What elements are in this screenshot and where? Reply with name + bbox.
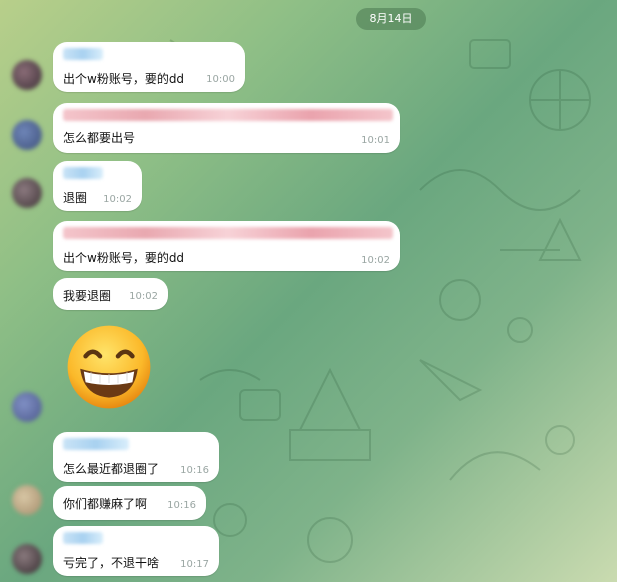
- avatar[interactable]: [12, 178, 42, 208]
- sender-name[interactable]: [63, 532, 103, 544]
- message-bubble[interactable]: 你们都赚麻了啊 10:16: [53, 486, 206, 520]
- message-time: 10:02: [103, 194, 132, 205]
- message-bubble[interactable]: 怎么都要出号 10:01: [53, 103, 400, 153]
- message-text: 怎么最近都退圈了: [63, 462, 160, 476]
- message-text: 我要退圈: [63, 289, 112, 303]
- sender-name[interactable]: [63, 227, 393, 239]
- grinning-face-icon[interactable]: [64, 322, 154, 412]
- date-separator: 8月14日: [356, 8, 426, 30]
- message-bubble[interactable]: 我要退圈 10:02: [53, 278, 168, 310]
- avatar[interactable]: [12, 60, 42, 90]
- message-text: 怎么都要出号: [63, 131, 136, 145]
- message-bubble[interactable]: 退圈 10:02: [53, 161, 142, 211]
- message-time: 10:01: [361, 135, 390, 146]
- message-time: 10:16: [180, 465, 209, 476]
- message-time: 10:00: [206, 74, 235, 85]
- message-time: 10:02: [361, 255, 390, 266]
- sender-name[interactable]: [63, 167, 103, 179]
- sender-name[interactable]: [63, 438, 129, 450]
- sender-name[interactable]: [63, 109, 393, 121]
- message-text: 出个w粉账号，要的dd: [63, 251, 185, 265]
- message-bubble[interactable]: 怎么最近都退圈了 10:16: [53, 432, 219, 482]
- message-time: 10:17: [180, 559, 209, 570]
- message-time: 10:16: [167, 500, 196, 511]
- avatar[interactable]: [12, 120, 42, 150]
- avatar[interactable]: [12, 392, 42, 422]
- avatar[interactable]: [12, 485, 42, 515]
- message-bubble[interactable]: 出个w粉账号，要的dd 10:00: [53, 42, 245, 92]
- avatar[interactable]: [12, 544, 42, 574]
- message-time: 10:02: [129, 291, 158, 302]
- message-bubble[interactable]: 出个w粉账号，要的dd 10:02: [53, 221, 400, 271]
- message-bubble[interactable]: 亏完了，不退干啥 10:17: [53, 526, 219, 576]
- message-text: 你们都赚麻了啊: [63, 497, 148, 511]
- message-text: 出个w粉账号，要的dd: [63, 72, 185, 86]
- message-text: 退圈: [63, 191, 88, 205]
- sender-name[interactable]: [63, 48, 103, 60]
- message-text: 亏完了，不退干啥: [63, 556, 160, 570]
